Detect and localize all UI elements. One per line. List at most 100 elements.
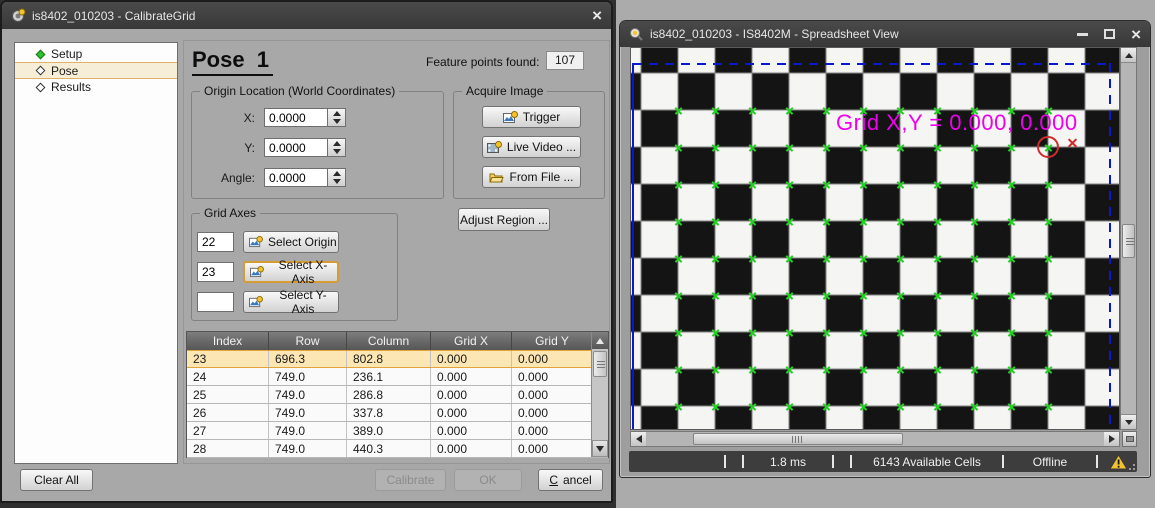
calibrate-button[interactable]: Calibrate xyxy=(375,469,446,491)
step-pending-icon xyxy=(36,66,46,76)
feature-point-cross-icon xyxy=(711,217,720,226)
table-scrollbar-thumb[interactable] xyxy=(593,351,607,377)
table-row[interactable]: 24749.0236.10.0000.000 xyxy=(187,368,608,386)
window-title: is8402_010203 - IS8402M - Spreadsheet Vi… xyxy=(650,27,899,41)
calibration-image-view[interactable]: Grid X,Y = 0.000, 0.000 xyxy=(630,47,1120,430)
table-scrollbar[interactable] xyxy=(591,332,608,457)
select-origin-button[interactable]: Select Origin xyxy=(243,231,339,253)
calibrategrid-titlebar[interactable]: is8402_010203 - CalibrateGrid × xyxy=(2,2,611,29)
select-x-axis-button[interactable]: Select X-Axis xyxy=(243,261,339,283)
acquisition-time: 1.8 ms xyxy=(745,451,831,472)
region-border-left[interactable] xyxy=(632,63,634,430)
feature-point-cross-icon xyxy=(711,328,720,337)
y-axis-point-index-input[interactable] xyxy=(197,292,234,312)
feature-point-cross-icon xyxy=(859,217,868,226)
horizontal-scrollbar[interactable] xyxy=(630,431,1120,447)
select-point-icon xyxy=(249,236,263,248)
origin-x-spinner[interactable] xyxy=(328,108,346,127)
column-header-grid-y[interactable]: Grid Y xyxy=(512,332,593,350)
region-border-right[interactable] xyxy=(1109,63,1111,430)
table-row[interactable]: 28749.0440.30.0000.000 xyxy=(187,440,608,458)
feature-point-cross-icon xyxy=(822,217,831,226)
adjust-region-button[interactable]: Adjust Region ... xyxy=(458,208,550,231)
ok-button[interactable]: OK xyxy=(454,469,522,491)
horizontal-scrollbar-thumb[interactable] xyxy=(693,433,903,445)
column-header-row[interactable]: Row xyxy=(269,332,347,350)
table-row[interactable]: 23696.3802.80.0000.000 xyxy=(187,350,608,368)
column-header-column[interactable]: Column xyxy=(347,332,431,350)
tree-item-results[interactable]: Results xyxy=(15,79,177,95)
table-row[interactable]: 26749.0337.80.0000.000 xyxy=(187,404,608,422)
feature-point-cross-icon xyxy=(822,291,831,300)
table-cell: 749.0 xyxy=(269,422,347,439)
feature-point-cross-icon xyxy=(822,328,831,337)
maximize-icon[interactable] xyxy=(1104,29,1115,39)
scroll-left-icon[interactable] xyxy=(631,432,646,446)
origin-x-label: X: xyxy=(192,111,264,125)
feature-point-cross-icon xyxy=(970,217,979,226)
pose-panel: Pose 1 Feature points found: 107 Origin … xyxy=(183,40,610,464)
spreadsheet-window-icon xyxy=(629,27,644,42)
origin-angle-spinner[interactable] xyxy=(328,168,346,187)
column-header-grid-x[interactable]: Grid X xyxy=(431,332,512,350)
table-cell: 749.0 xyxy=(269,404,347,421)
origin-angle-input[interactable] xyxy=(264,168,328,187)
scroll-right-icon[interactable] xyxy=(1104,432,1119,446)
vertical-scrollbar-thumb[interactable] xyxy=(1122,224,1135,258)
feature-point-cross-icon xyxy=(896,217,905,226)
trigger-button[interactable]: Trigger xyxy=(482,106,581,128)
tree-item-pose[interactable]: Pose xyxy=(15,62,177,79)
origin-location-group-title: Origin Location (World Coordinates) xyxy=(200,84,399,98)
spreadsheet-titlebar[interactable]: is8402_010203 - IS8402M - Spreadsheet Vi… xyxy=(620,21,1150,47)
origin-y-spinner[interactable] xyxy=(328,138,346,157)
origin-x-input[interactable] xyxy=(264,108,328,127)
region-border-top[interactable] xyxy=(633,63,1110,65)
feature-point-cross-icon xyxy=(933,254,942,263)
origin-y-input[interactable] xyxy=(264,138,328,157)
table-row[interactable]: 27749.0389.00.0000.000 xyxy=(187,422,608,440)
column-header-index[interactable]: Index xyxy=(187,332,269,350)
minimize-icon[interactable] xyxy=(1077,33,1088,36)
feature-point-cross-icon xyxy=(933,143,942,152)
feature-point-cross-icon xyxy=(859,402,868,411)
select-y-axis-button[interactable]: Select Y-Axis xyxy=(243,291,339,313)
from-file-button[interactable]: From File ... xyxy=(482,166,581,188)
cancel-button[interactable]: Cancel xyxy=(538,469,603,491)
warning-icon[interactable] xyxy=(1099,454,1137,470)
close-icon[interactable]: × xyxy=(1131,26,1141,43)
scroll-down-icon[interactable] xyxy=(1121,414,1136,429)
spreadsheet-view-window: is8402_010203 - IS8402M - Spreadsheet Vi… xyxy=(619,20,1151,478)
feature-point-cross-icon xyxy=(822,365,831,374)
feature-point-cross-icon xyxy=(859,328,868,337)
feature-point-cross-icon xyxy=(711,254,720,263)
scroll-up-icon[interactable] xyxy=(1121,48,1136,63)
tree-item-setup[interactable]: Setup xyxy=(15,46,177,62)
feature-point-cross-icon xyxy=(896,328,905,337)
table-cell: 0.000 xyxy=(512,351,593,367)
image-display-toggle-button[interactable] xyxy=(1122,431,1137,447)
feature-point-cross-icon xyxy=(785,402,794,411)
feature-point-cross-icon xyxy=(859,365,868,374)
live-video-button-label: Live Video ... xyxy=(507,140,576,154)
live-video-button[interactable]: Live Video ... xyxy=(482,136,581,158)
clear-all-button[interactable]: Clear All xyxy=(20,469,93,491)
select-point-icon xyxy=(250,266,264,278)
feature-point-cross-icon xyxy=(822,180,831,189)
x-axis-point-index-input[interactable] xyxy=(197,262,234,282)
table-row[interactable]: 25749.0286.80.0000.000 xyxy=(187,386,608,404)
points-table-header: IndexRowColumnGrid XGrid Y xyxy=(187,332,608,350)
resize-grip[interactable] xyxy=(1133,468,1135,470)
scroll-up-icon[interactable] xyxy=(592,332,608,349)
feature-point-cross-icon xyxy=(896,180,905,189)
origin-point-index-input[interactable] xyxy=(197,232,234,252)
feature-point-cross-icon xyxy=(1044,365,1053,374)
vertical-scrollbar[interactable] xyxy=(1120,47,1137,430)
grid-axes-group: Grid Axes Select Origin Select X-Axis xyxy=(191,213,398,321)
feature-point-cross-icon xyxy=(711,291,720,300)
origin-angle-label: Angle: xyxy=(192,171,264,185)
scroll-down-icon[interactable] xyxy=(592,440,608,457)
feature-point-cross-icon xyxy=(822,106,831,115)
feature-point-cross-icon xyxy=(711,143,720,152)
close-icon[interactable]: × xyxy=(592,7,602,24)
table-cell: 389.0 xyxy=(347,422,431,439)
